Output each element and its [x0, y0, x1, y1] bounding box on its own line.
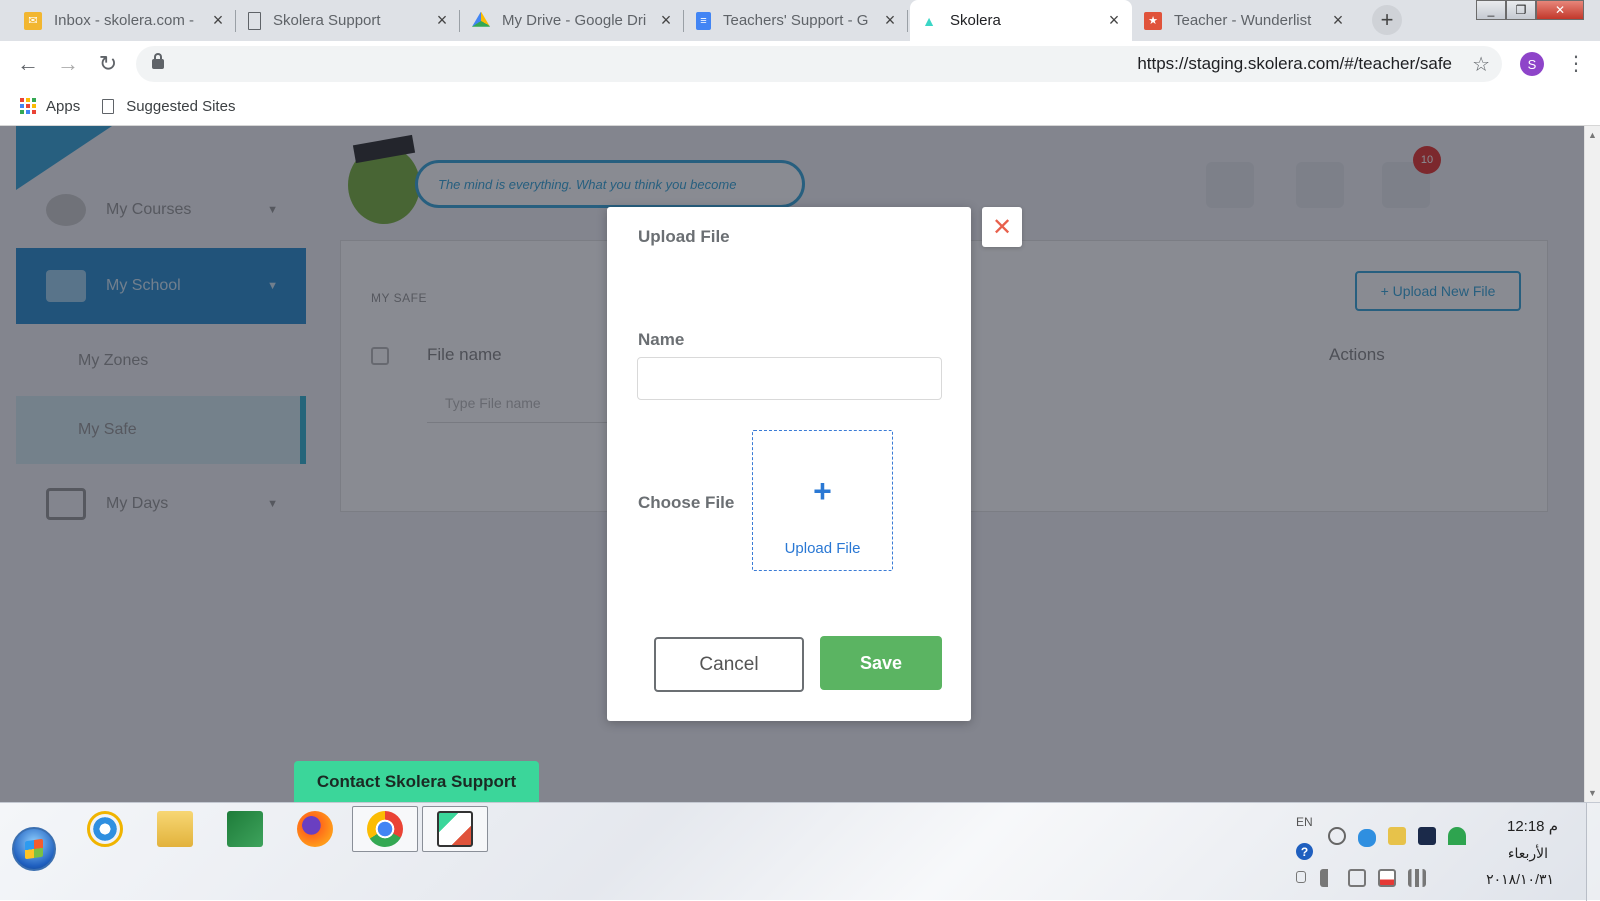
- action-center-icon[interactable]: [1348, 869, 1366, 887]
- file-dropzone[interactable]: + Upload File: [752, 430, 893, 571]
- more-menu-icon[interactable]: ⋮: [1566, 51, 1586, 76]
- settings-gear-icon[interactable]: [1328, 827, 1346, 845]
- modal-title: Upload File: [638, 227, 730, 246]
- clock-date[interactable]: ٢٠١٨/١٠/٣١: [1486, 871, 1554, 888]
- tab-skolera[interactable]: ▲ Skolera ×: [910, 0, 1132, 41]
- bookmark-suggested-sites[interactable]: Suggested Sites: [102, 98, 235, 115]
- address-bar[interactable]: https://staging.skolera.com/#/teacher/sa…: [136, 46, 1502, 82]
- network-drive-icon[interactable]: [1388, 827, 1406, 845]
- apps-grid-icon: [20, 98, 36, 114]
- network-error-icon[interactable]: [1378, 869, 1396, 887]
- wunderlist-icon: ★: [1144, 11, 1162, 30]
- close-modal-icon[interactable]: ✕: [982, 207, 1022, 247]
- upload-file-modal: Upload File Name Choose File + Upload Fi…: [607, 207, 971, 721]
- windows-taskbar: EN ? 12:18 م الأربعاء ٢٠١٨/١٠/٣١: [0, 802, 1600, 901]
- google-docs-icon: ≡: [696, 11, 711, 30]
- bookmark-label: Suggested Sites: [126, 97, 236, 115]
- new-tab-button[interactable]: +: [1372, 5, 1402, 35]
- name-label: Name: [638, 330, 685, 349]
- reload-icon[interactable]: ↻: [88, 44, 128, 84]
- tab-wunderlist[interactable]: ★ Teacher - Wunderlist ×: [1134, 0, 1356, 41]
- show-desktop-button[interactable]: [1586, 803, 1600, 901]
- browser-toolbar: ← → ↻ https://staging.skolera.com/#/teac…: [0, 41, 1600, 87]
- taskbar-internet-explorer[interactable]: [72, 806, 138, 852]
- help-icon[interactable]: ?: [1296, 843, 1313, 860]
- bookmark-label: Apps: [46, 97, 81, 115]
- google-drive-icon: [472, 11, 490, 27]
- wifi-icon[interactable]: [1448, 827, 1466, 845]
- file-explorer-icon: [157, 811, 193, 847]
- tab-title: Skolera: [950, 12, 1001, 29]
- name-input[interactable]: [637, 357, 942, 400]
- onedrive-cloud-icon[interactable]: [1358, 829, 1376, 847]
- taskbar-excel[interactable]: [212, 806, 278, 852]
- tab-my-drive[interactable]: My Drive - Google Dri ×: [462, 0, 684, 41]
- scroll-down-arrow-icon[interactable]: ▼: [1588, 788, 1597, 798]
- tab-title: Inbox - skolera.com -: [54, 12, 195, 29]
- scroll-up-arrow-icon[interactable]: ▲: [1588, 130, 1597, 140]
- taskbar-skolera[interactable]: [422, 806, 488, 852]
- window-controls: _ ❐ ✕: [1476, 0, 1584, 20]
- system-tray: EN ? 12:18 م الأربعاء ٢٠١٨/١٠/٣١: [1290, 809, 1580, 897]
- firefox-icon: [297, 811, 333, 847]
- tab-skolera-support[interactable]: Skolera Support ×: [238, 0, 460, 41]
- close-tab-icon[interactable]: ×: [882, 10, 898, 31]
- clock-day[interactable]: الأربعاء: [1508, 845, 1548, 862]
- plus-icon: +: [813, 473, 832, 509]
- taskbar-chrome[interactable]: [352, 806, 418, 852]
- choose-file-label: Choose File: [638, 493, 735, 512]
- bookmark-apps[interactable]: Apps: [20, 98, 80, 115]
- tab-title: Teachers' Support - G: [723, 12, 869, 29]
- cancel-button[interactable]: Cancel: [654, 637, 804, 692]
- restore-icon[interactable]: ❐: [1506, 0, 1536, 20]
- tab-teachers-support[interactable]: ≡ Teachers' Support - G ×: [686, 0, 908, 41]
- document-page-icon: [248, 11, 261, 30]
- page-icon: [102, 98, 115, 114]
- dropzone-label: Upload File: [784, 540, 861, 557]
- bookmark-star-icon[interactable]: ☆: [1472, 52, 1490, 77]
- contact-support-button[interactable]: Contact Skolera Support: [294, 761, 539, 802]
- lock-icon: [152, 53, 164, 69]
- bookmarks-bar: Apps Suggested Sites: [0, 87, 1600, 126]
- forward-arrow-icon[interactable]: →: [48, 44, 88, 84]
- close-tab-icon[interactable]: ×: [658, 10, 674, 31]
- skolera-app-icon: [437, 811, 473, 847]
- monitor-icon[interactable]: [1418, 827, 1436, 845]
- volume-icon[interactable]: [1320, 869, 1338, 887]
- minimize-icon[interactable]: _: [1476, 0, 1506, 20]
- close-window-icon[interactable]: ✕: [1536, 0, 1584, 20]
- windows-start-icon[interactable]: [12, 827, 56, 871]
- close-tab-icon[interactable]: ×: [1330, 10, 1346, 31]
- taskbar-file-explorer[interactable]: [142, 806, 208, 852]
- tab-title: Skolera Support: [273, 12, 381, 29]
- tab-inbox[interactable]: ✉ Inbox - skolera.com - ×: [14, 0, 236, 41]
- close-tab-icon[interactable]: ×: [210, 10, 226, 31]
- signal-bars-icon[interactable]: [1408, 869, 1426, 887]
- clock-time[interactable]: 12:18 م: [1507, 817, 1558, 835]
- tab-title: Teacher - Wunderlist: [1174, 12, 1312, 29]
- chrome-icon: [367, 811, 403, 847]
- show-hidden-icons-icon[interactable]: [1296, 871, 1306, 883]
- save-button[interactable]: Save: [820, 636, 942, 690]
- url-text[interactable]: https://staging.skolera.com/#/teacher/sa…: [1137, 54, 1452, 74]
- close-tab-icon[interactable]: ×: [434, 10, 450, 31]
- close-tab-icon[interactable]: ×: [1106, 10, 1122, 31]
- skolera-cap-icon: ▲: [922, 12, 936, 29]
- internet-explorer-icon: [87, 811, 123, 847]
- profile-avatar[interactable]: S: [1520, 52, 1544, 76]
- taskbar-firefox[interactable]: [282, 806, 348, 852]
- back-arrow-icon[interactable]: ←: [8, 44, 48, 84]
- tab-strip: ✉ Inbox - skolera.com - × Skolera Suppor…: [0, 0, 1600, 41]
- excel-icon: [227, 811, 263, 847]
- page-scrollbar[interactable]: ▲ ▼: [1584, 126, 1600, 802]
- gmail-envelope-icon: ✉: [24, 11, 42, 30]
- language-indicator[interactable]: EN: [1296, 815, 1313, 829]
- tab-title: My Drive - Google Dri: [502, 12, 647, 29]
